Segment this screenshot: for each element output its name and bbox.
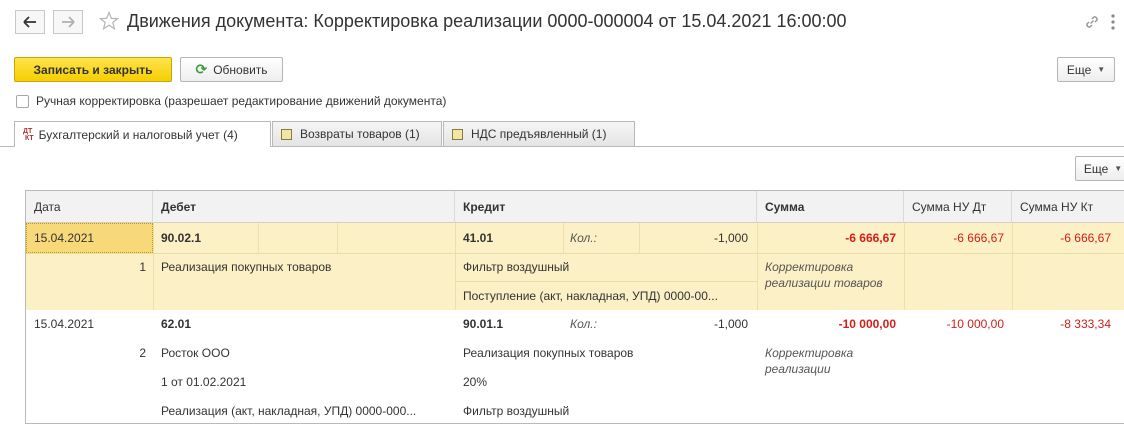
- debit-subconto: Реализация (акт, накладная, УПД) 0000-00…: [161, 404, 417, 418]
- tab-vat-label: НДС предъявленный (1): [471, 127, 607, 141]
- grid-line: [337, 223, 338, 253]
- debit-subconto: 1 от 01.02.2021: [161, 375, 247, 389]
- row-sum-nu-dt: -6 666,67: [953, 231, 1004, 245]
- table-more-label: Еще: [1083, 161, 1109, 176]
- table-header: Дата Дебет Кредит Сумма Сумма НУ Дт Сумм…: [26, 191, 1124, 223]
- page-title: Движения документа: Корректировка реализ…: [127, 11, 847, 31]
- tab-returns[interactable]: Возвраты товаров (1): [272, 121, 442, 146]
- row-comment: реализации товаров: [765, 276, 883, 290]
- credit-subconto: Поступление (акт, накладная, УПД) 0000-0…: [463, 289, 718, 303]
- grid-line: [455, 223, 456, 310]
- manual-adjust-label: Ручная корректировка (разрешает редактир…: [36, 94, 447, 108]
- manual-adjust-checkbox[interactable]: [16, 95, 29, 108]
- tab-returns-label: Возвраты товаров (1): [300, 127, 420, 141]
- back-button[interactable]: [15, 10, 45, 34]
- register-icon: [452, 128, 463, 140]
- tab-vat[interactable]: НДС предъявленный (1): [443, 121, 635, 146]
- grid-line: [757, 223, 758, 310]
- row-comment: Корректировка: [765, 346, 854, 360]
- row-sum-nu-kt: -6 666,67: [1060, 231, 1111, 245]
- arrow-left-icon: [23, 16, 36, 28]
- refresh-icon: ⟳: [195, 61, 208, 77]
- grid-line: [455, 281, 757, 282]
- save-and-close-button[interactable]: Записать и закрыть: [14, 57, 172, 82]
- credit-subconto: 20%: [463, 375, 488, 389]
- chevron-down-icon: ▼: [1097, 65, 1106, 74]
- credit-subconto: Реализация покупных товаров: [463, 346, 634, 360]
- grid-line: [153, 223, 154, 310]
- row-comment: реализации: [765, 362, 831, 376]
- debit-subconto: Реализация покупных товаров: [161, 260, 332, 274]
- link-icon[interactable]: [1084, 14, 1100, 33]
- column-header-sum-nu-kt[interactable]: Сумма НУ Кт: [1012, 191, 1124, 223]
- grid-line: [1012, 223, 1013, 310]
- row-sum: -10 000,00: [838, 317, 896, 331]
- credit-qty-label: Кол.:: [570, 231, 597, 245]
- more-actions-button[interactable]: Еще ▼: [1057, 57, 1115, 82]
- movements-table[interactable]: Дата Дебет Кредит Сумма Сумма НУ Дт Сумм…: [25, 190, 1124, 424]
- credit-account: 41.01: [463, 231, 494, 245]
- arrow-right-icon: [62, 16, 75, 28]
- row-comment: Корректировка: [765, 260, 854, 274]
- column-header-debit[interactable]: Дебет: [153, 191, 455, 223]
- tab-accounting[interactable]: ДТ КТ Бухгалтерский и налоговый учет (4): [14, 121, 271, 147]
- column-header-date[interactable]: Дата: [26, 191, 153, 223]
- tab-accounting-label: Бухгалтерский и налоговый учет (4): [38, 127, 238, 142]
- grid-line: [26, 253, 1124, 254]
- save-and-close-label: Записать и закрыть: [33, 62, 153, 77]
- row-sum-nu-kt: -8 333,34: [1060, 317, 1111, 331]
- credit-qty: -1,000: [713, 231, 748, 245]
- grid-line: [563, 223, 564, 253]
- row-date: 15.04.2021: [34, 231, 95, 245]
- table-more-button[interactable]: Еще ▼: [1075, 156, 1124, 181]
- column-header-credit[interactable]: Кредит: [455, 191, 757, 223]
- debit-account: 90.02.1: [161, 231, 202, 245]
- chevron-down-icon: ▼: [1114, 164, 1123, 173]
- row-number: 1: [139, 260, 146, 274]
- credit-account: 90.01.1: [463, 317, 504, 331]
- forward-button[interactable]: [53, 10, 83, 34]
- credit-subconto: Фильтр воздушный: [463, 404, 570, 418]
- more-vertical-icon[interactable]: [1110, 12, 1116, 35]
- column-header-sum-nu-dt[interactable]: Сумма НУ Дт: [904, 191, 1012, 223]
- register-icon: [281, 128, 292, 140]
- credit-subconto: Фильтр воздушный: [463, 260, 570, 274]
- grid-line: [904, 223, 905, 310]
- row-number: 2: [139, 346, 146, 360]
- debit-subconto: Росток ООО: [161, 346, 230, 360]
- refresh-button[interactable]: ⟳ Обновить: [180, 57, 283, 82]
- dt-kt-icon: ДТ КТ: [23, 127, 34, 142]
- row-date: 15.04.2021: [34, 317, 95, 331]
- row-sum: -6 666,67: [845, 231, 896, 245]
- credit-qty: -1,000: [713, 317, 748, 331]
- grid-line: [639, 223, 640, 253]
- credit-qty-label: Кол.:: [570, 317, 597, 331]
- debit-account: 62.01: [161, 317, 192, 331]
- refresh-label: Обновить: [213, 62, 268, 77]
- more-actions-label: Еще: [1066, 62, 1092, 77]
- favorite-star-icon[interactable]: [98, 10, 120, 34]
- column-header-sum[interactable]: Сумма: [757, 191, 904, 223]
- row-sum-nu-dt: -10 000,00: [946, 317, 1004, 331]
- grid-line: [258, 223, 259, 253]
